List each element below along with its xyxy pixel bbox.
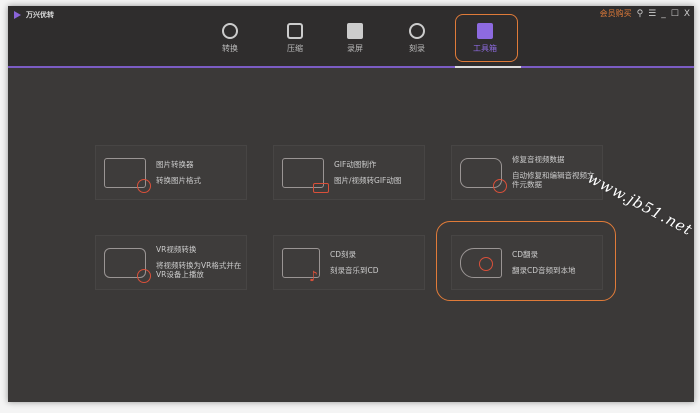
maximize-button[interactable]: ☐ [671,9,679,19]
tab-label: 压缩 [287,44,303,53]
menu-icon[interactable]: ☰ [648,9,656,19]
tool-title: 修复音视频数据 [512,155,565,165]
tool-title: CD刻录 [330,250,357,260]
repair-icon [460,157,507,193]
toolbox-highlight [455,14,518,62]
top-bar: 万兴优转 会员购买 ⚲ ☰ _ ☐ X 转换 压缩 录屏 刻录 工具箱 [8,6,694,68]
app-window: 万兴优转 会员购买 ⚲ ☰ _ ☐ X 转换 压缩 录屏 刻录 工具箱 图片转换… [8,6,694,402]
tool-title: 图片转换器 [156,160,194,170]
tool-desc: 刻录音乐到CD [330,265,379,275]
logo-icon [14,11,21,19]
key-icon[interactable]: ⚲ [637,9,644,19]
tool-image-convert[interactable]: 图片转换器转换图片格式 [95,145,247,200]
tab-label: 录屏 [347,44,363,53]
minimize-button[interactable]: _ [661,9,666,19]
tab-label: 刻录 [409,44,425,53]
vr-icon [104,247,151,283]
tool-desc: 将视频转换为VR格式并在VR设备上播放 [156,260,242,280]
image-convert-icon [104,157,151,193]
tool-repair[interactable]: 修复音视频数据 自动修复和编辑音视频文件元数据 [451,145,603,200]
app-title: 万兴优转 [26,11,54,19]
tab-label: 转换 [222,44,238,53]
cd-rip-highlight [436,221,616,301]
tab-compress[interactable]: 压缩 [270,20,320,54]
tool-vr[interactable]: VR视频转换将视频转换为VR格式并在VR设备上播放 [95,235,247,290]
close-button[interactable]: X [684,9,690,19]
convert-icon [222,23,238,39]
app-logo: 万兴优转 [14,10,54,20]
tool-desc: 转换图片格式 [156,175,201,185]
record-icon [347,23,363,39]
tool-title: VR视频转换 [156,245,197,255]
compress-icon [287,23,303,39]
tool-desc: 图片/视频转GIF动图 [334,175,402,185]
active-tab-indicator [455,66,521,68]
tab-record[interactable]: 录屏 [330,20,380,54]
gif-icon [282,157,329,193]
buy-membership-link[interactable]: 会员购买 [600,8,632,19]
tool-gif[interactable]: GIF动图制作图片/视频转GIF动图 [273,145,425,200]
tool-title: GIF动图制作 [334,160,377,170]
burn-icon [409,23,425,39]
tool-cd-burn[interactable]: ♪ CD刻录刻录音乐到CD [273,235,425,290]
tab-convert[interactable]: 转换 [205,20,255,54]
cd-burn-icon: ♪ [282,247,320,285]
tab-burn[interactable]: 刻录 [392,20,442,54]
